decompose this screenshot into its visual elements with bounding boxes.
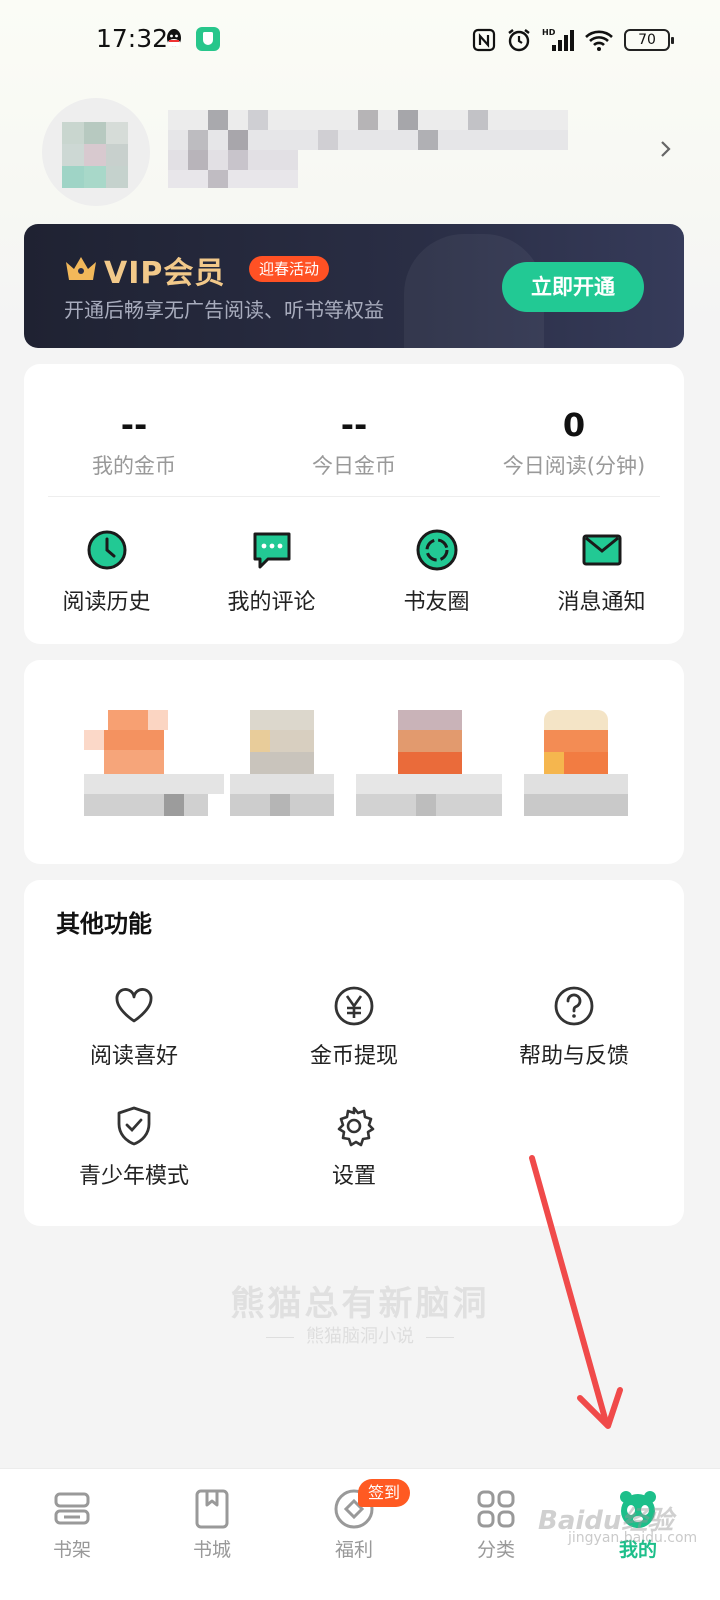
svg-text:HD: HD <box>542 28 556 37</box>
func-label: 青少年模式 <box>78 1164 189 1189</box>
gear-icon <box>332 1104 376 1148</box>
func-reading-preference[interactable]: 阅读喜好 <box>24 984 244 1070</box>
recent-books-card <box>24 660 684 864</box>
status-time: 17:32 <box>96 24 169 53</box>
status-icons: HD 70 <box>472 26 674 54</box>
func-label: 帮助与反馈 <box>518 1044 629 1069</box>
quick-notifications[interactable]: 消息通知 <box>519 528 684 616</box>
stat-today-reading[interactable]: 0 今日阅读(分钟) <box>464 404 684 480</box>
divider <box>266 1336 294 1338</box>
divider <box>48 496 660 497</box>
quick-label: 阅读历史 <box>62 590 151 615</box>
quick-label: 我的评论 <box>227 590 316 615</box>
annotation-arrow <box>529 1155 623 1429</box>
divider <box>426 1336 454 1338</box>
stat-label: 今日阅读(分钟) <box>502 454 646 478</box>
tab-label: 书架 <box>52 1539 91 1561</box>
stat-value: -- <box>120 406 148 444</box>
vip-title: VIP会员 <box>104 256 226 291</box>
comment-icon <box>250 528 294 572</box>
stats-card: -- 我的金币 -- 今日金币 0 今日阅读(分钟) 阅读历史 我的评论 书友圈… <box>24 364 684 644</box>
hd-signal-icon: HD <box>542 27 574 53</box>
mail-icon <box>580 528 624 572</box>
shield-check-icon <box>112 1104 156 1148</box>
stat-label: 今日金币 <box>312 454 396 478</box>
wifi-icon <box>584 28 614 52</box>
func-coin-withdraw[interactable]: 金币提现 <box>244 984 464 1070</box>
vip-banner[interactable]: VIP会员 迎春活动 开通后畅享无广告阅读、听书等权益 立即开通 <box>24 224 684 348</box>
yen-coin-icon <box>332 984 376 1028</box>
tab-bookshelf[interactable]: 书架 <box>0 1487 144 1562</box>
battery-icon: 70 <box>624 29 674 51</box>
vip-subtitle: 开通后畅享无广告阅读、听书等权益 <box>64 298 384 322</box>
tab-label: 分类 <box>476 1539 515 1561</box>
shield-app-icon <box>196 27 220 51</box>
func-settings[interactable]: 设置 <box>244 1104 464 1190</box>
tab-welfare[interactable]: 福利 签到 <box>282 1479 426 1562</box>
crown-icon <box>64 254 98 282</box>
quick-book-circle[interactable]: 书友圈 <box>354 528 519 616</box>
nfc-icon <box>472 28 496 52</box>
quick-label: 书友圈 <box>403 590 470 615</box>
tab-label: 书城 <box>192 1539 231 1561</box>
func-teen-mode[interactable]: 青少年模式 <box>24 1104 244 1190</box>
func-label: 阅读喜好 <box>89 1044 178 1069</box>
status-bar: 17:32 HD 70 <box>0 18 720 62</box>
book-icon <box>190 1487 234 1531</box>
grid-icon <box>474 1487 518 1531</box>
alarm-icon <box>506 27 532 53</box>
bookshelf-icon <box>50 1487 94 1531</box>
tab-label: 福利 <box>334 1539 373 1561</box>
stat-value: 0 <box>562 406 586 444</box>
promo-badge: 迎春活动 <box>249 256 330 282</box>
quick-label: 消息通知 <box>557 590 646 615</box>
qq-icon <box>164 28 184 52</box>
circle-icon <box>415 528 459 572</box>
brand-name: 熊猫脑洞小说 <box>306 1326 414 1347</box>
baidu-watermark-url: jingyan.baidu.com <box>568 1530 698 1546</box>
func-help-feedback[interactable]: 帮助与反馈 <box>464 984 684 1070</box>
avatar[interactable] <box>42 98 150 206</box>
stat-label: 我的金币 <box>92 454 176 478</box>
quick-my-comments[interactable]: 我的评论 <box>189 528 354 616</box>
profile-header[interactable] <box>40 98 680 206</box>
book-item[interactable] <box>64 710 224 820</box>
chevron-right-icon[interactable] <box>656 140 674 158</box>
func-label: 设置 <box>331 1164 376 1189</box>
heart-icon <box>112 984 156 1028</box>
func-label: 金币提现 <box>309 1044 398 1069</box>
quick-reading-history[interactable]: 阅读历史 <box>24 528 189 616</box>
tab-bookstore[interactable]: 书城 <box>140 1487 284 1562</box>
stat-value: -- <box>340 406 368 444</box>
book-item[interactable] <box>356 710 506 820</box>
clock-icon <box>85 528 129 572</box>
book-item[interactable] <box>524 710 674 820</box>
stat-my-coins[interactable]: -- 我的金币 <box>24 404 244 480</box>
section-title: 其他功能 <box>56 910 152 938</box>
username <box>168 104 568 188</box>
signin-badge: 签到 <box>358 1479 411 1507</box>
help-icon <box>552 984 596 1028</box>
activate-vip-button[interactable]: 立即开通 <box>502 262 644 312</box>
stat-today-coins[interactable]: -- 今日金币 <box>244 404 464 480</box>
